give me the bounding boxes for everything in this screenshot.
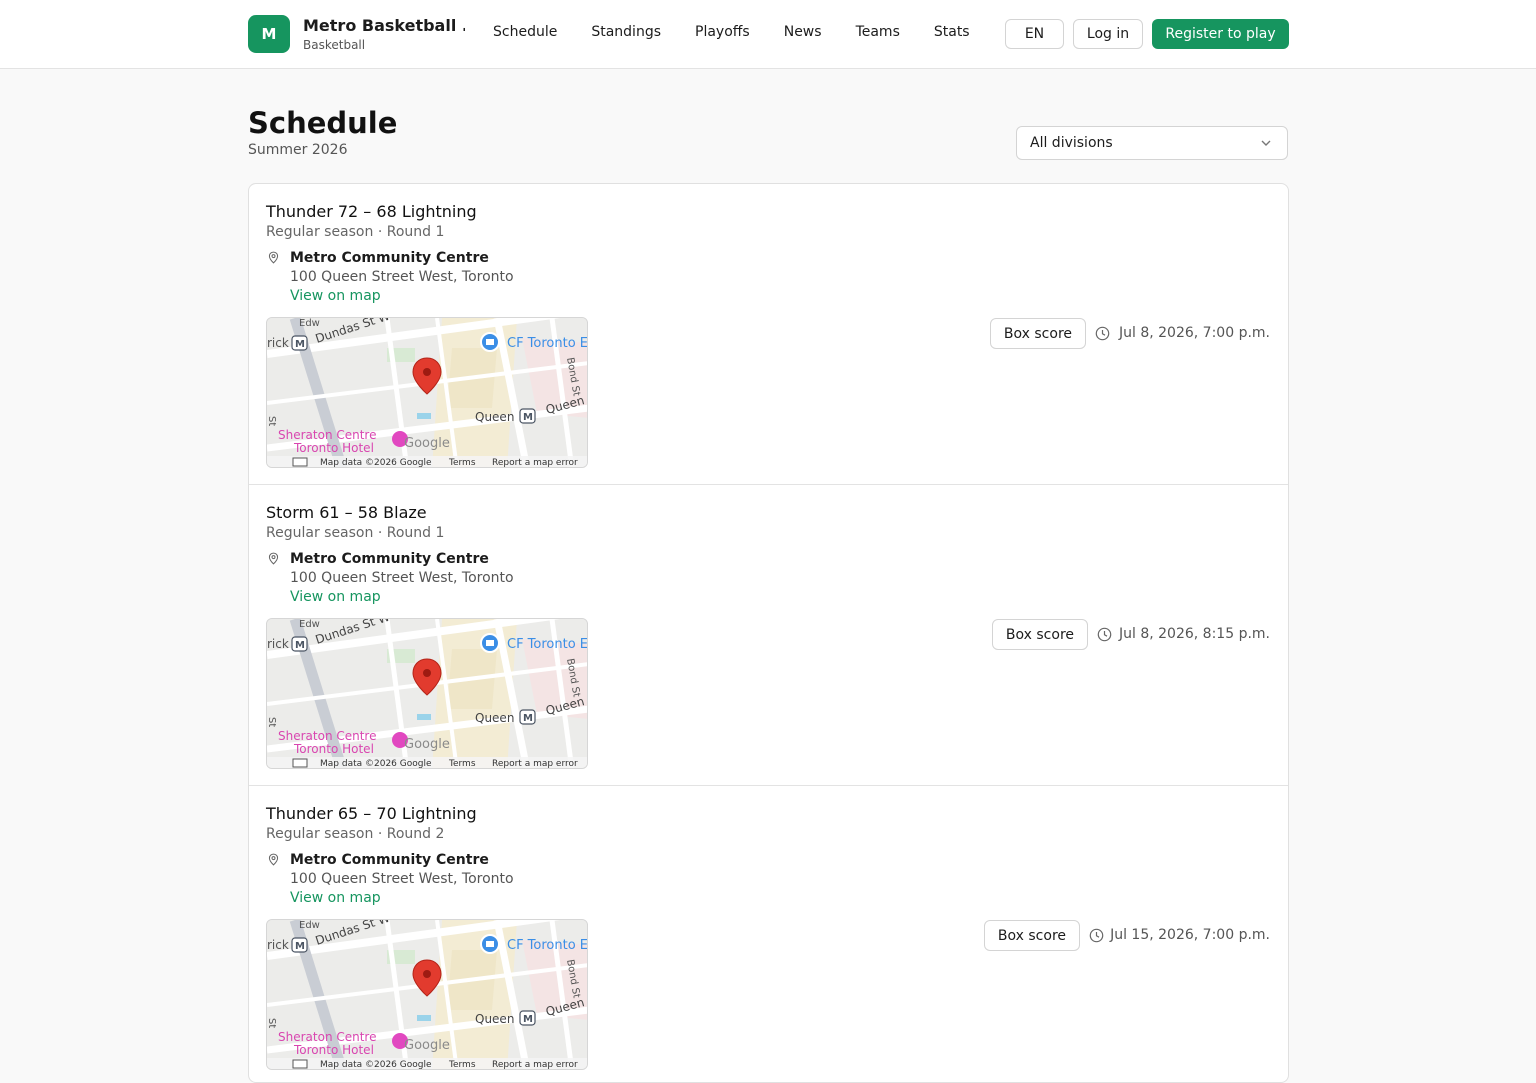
view-on-map-link[interactable]: View on map	[290, 589, 381, 605]
svg-text:Report a map error: Report a map error	[492, 1060, 578, 1070]
svg-text:Map data ©2026 Google: Map data ©2026 Google	[320, 1060, 432, 1070]
game-score: Thunder 65 – 70 Lightning	[266, 804, 477, 823]
svg-text:Toronto Hotel: Toronto Hotel	[293, 441, 374, 455]
svg-text:Terms: Terms	[448, 458, 476, 468]
main-nav: Schedule Standings Playoffs News Teams S…	[493, 24, 1004, 40]
svg-text:M: M	[295, 941, 305, 952]
division-select[interactable]: All divisions	[1016, 126, 1288, 160]
game-round: Regular season · Round 1	[266, 525, 445, 541]
view-on-map-link[interactable]: View on map	[290, 890, 381, 906]
svg-text:Edw: Edw	[299, 318, 320, 329]
svg-text:CF Toronto E: CF Toronto E	[507, 938, 588, 953]
svg-text:M: M	[295, 640, 305, 651]
game-datetime: Jul 8, 2026, 7:00 p.m.	[1119, 325, 1270, 341]
venue-name: Metro Community Centre	[290, 551, 489, 567]
nav-teams[interactable]: Teams	[856, 24, 900, 40]
register-button[interactable]: Register to play	[1152, 19, 1289, 49]
game-round: Regular season · Round 1	[266, 224, 445, 240]
venue-address: 100 Queen Street West, Toronto	[290, 871, 514, 887]
svg-text:Edw: Edw	[299, 920, 320, 931]
nav-standings[interactable]: Standings	[591, 24, 661, 40]
svg-text:Google: Google	[404, 436, 450, 451]
venue-address: 100 Queen Street West, Toronto	[290, 269, 514, 285]
svg-text:CF Toronto E: CF Toronto E	[507, 336, 588, 351]
league-name[interactable]: Metro Basketball ...	[303, 16, 465, 35]
svg-text:Toronto Hotel: Toronto Hotel	[293, 742, 374, 756]
location-pin-icon	[268, 853, 279, 866]
svg-text:Toronto Hotel: Toronto Hotel	[293, 1043, 374, 1057]
game-row: Thunder 72 – 68 Lightning Regular season…	[249, 184, 1288, 485]
svg-text:Edw: Edw	[299, 619, 320, 630]
svg-text:Map data ©2026 Google: Map data ©2026 Google	[320, 759, 432, 769]
svg-text:Queen: Queen	[475, 711, 514, 725]
nav-stats[interactable]: Stats	[934, 24, 970, 40]
game-score: Storm 61 – 58 Blaze	[266, 503, 427, 522]
box-score-button[interactable]: Box score	[991, 619, 1088, 650]
svg-text:Terms: Terms	[448, 759, 476, 769]
svg-text:Google: Google	[404, 1038, 450, 1053]
svg-text:Google: Google	[404, 737, 450, 752]
language-button[interactable]: EN	[1005, 19, 1064, 49]
game-score: Thunder 72 – 68 Lightning	[266, 202, 477, 221]
clock-icon	[1095, 326, 1110, 341]
game-datetime: Jul 15, 2026, 7:00 p.m.	[1110, 927, 1270, 943]
game-row: Storm 61 – 58 Blaze Regular season · Rou…	[249, 485, 1288, 786]
league-logo[interactable]: M	[248, 15, 290, 53]
division-select-value: All divisions	[1030, 135, 1113, 151]
game-row: Thunder 65 – 70 Lightning Regular season…	[249, 786, 1288, 1082]
login-button[interactable]: Log in	[1073, 19, 1143, 49]
location-pin-icon	[268, 251, 279, 264]
clock-icon	[1097, 627, 1112, 642]
svg-text:Map data ©2026 Google: Map data ©2026 Google	[320, 458, 432, 468]
chevron-down-icon	[1261, 140, 1271, 146]
svg-text:M: M	[523, 412, 533, 423]
svg-text:M: M	[523, 713, 533, 724]
venue-name: Metro Community Centre	[290, 852, 489, 868]
svg-text:Report a map error: Report a map error	[492, 458, 578, 468]
svg-text:CF Toronto E: CF Toronto E	[507, 637, 588, 652]
nav-news[interactable]: News	[784, 24, 822, 40]
svg-text:Report a map error: Report a map error	[492, 759, 578, 769]
svg-text:rick: rick	[267, 637, 289, 651]
svg-text:rick: rick	[267, 938, 289, 952]
game-round: Regular season · Round 2	[266, 826, 445, 842]
season-label: Summer 2026	[248, 142, 348, 158]
clock-icon	[1089, 928, 1104, 943]
svg-text:St: St	[267, 717, 277, 727]
map-embed[interactable]: Edw rick M Dundas St W CF Toronto E Bond…	[266, 919, 588, 1070]
venue-address: 100 Queen Street West, Toronto	[290, 570, 514, 586]
nav-schedule[interactable]: Schedule	[493, 24, 557, 40]
svg-text:M: M	[523, 1014, 533, 1025]
box-score-button[interactable]: Box score	[983, 920, 1080, 951]
svg-text:rick: rick	[267, 336, 289, 350]
page-title: Schedule	[248, 106, 398, 140]
svg-text:Sheraton Centre: Sheraton Centre	[278, 1030, 376, 1044]
map-embed[interactable]: Edw rick M Dundas St W CF Toronto E Bond…	[266, 317, 588, 468]
nav-playoffs[interactable]: Playoffs	[695, 24, 750, 40]
svg-text:Sheraton Centre: Sheraton Centre	[278, 428, 376, 442]
location-pin-icon	[268, 552, 279, 565]
svg-text:Sheraton Centre: Sheraton Centre	[278, 729, 376, 743]
svg-text:M: M	[295, 339, 305, 350]
svg-text:St: St	[267, 416, 277, 426]
games-list: Thunder 72 – 68 Lightning Regular season…	[248, 183, 1289, 1083]
map-embed[interactable]: Edw rick M Dundas St W CF Toronto E Bond…	[266, 618, 588, 769]
game-datetime: Jul 8, 2026, 8:15 p.m.	[1119, 626, 1270, 642]
view-on-map-link[interactable]: View on map	[290, 288, 381, 304]
box-score-button[interactable]: Box score	[989, 318, 1086, 349]
league-sport: Basketball	[303, 38, 366, 52]
svg-text:Terms: Terms	[448, 1060, 476, 1070]
top-navigation-bar: M Metro Basketball ... Basketball Schedu…	[0, 0, 1536, 69]
svg-text:St: St	[267, 1018, 277, 1028]
venue-name: Metro Community Centre	[290, 250, 489, 266]
svg-text:Queen: Queen	[475, 410, 514, 424]
